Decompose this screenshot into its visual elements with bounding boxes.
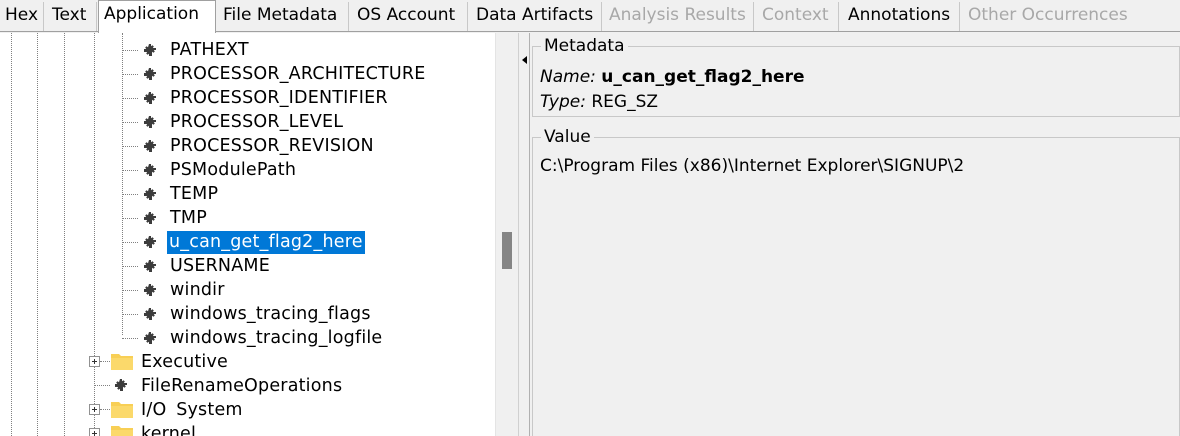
- registry-value-icon: [144, 332, 156, 344]
- expand-toggle[interactable]: [89, 404, 100, 415]
- type-label: Type:: [540, 92, 586, 112]
- tree-connector: [100, 409, 110, 410]
- registry-value-icon: [144, 308, 156, 320]
- registry-value-icon: [144, 44, 156, 56]
- tree-connector: [122, 74, 138, 75]
- tab-text[interactable]: Text: [47, 2, 97, 32]
- registry-value-icon: [144, 236, 156, 248]
- tab-annotations[interactable]: Annotations: [843, 2, 960, 32]
- tree-item-filerenameoperations[interactable]: FileRenameOperations: [139, 375, 344, 398]
- registry-value-icon: [115, 379, 127, 391]
- tab-bar: Hex Text Application File Metadata OS Ac…: [0, 0, 1180, 33]
- tree-connector: [122, 218, 138, 219]
- registry-tree[interactable]: PATHEXT PROCESSOR_ARCHITECTURE PROCESSOR…: [0, 33, 518, 436]
- scrollbar-thumb[interactable]: [502, 232, 512, 269]
- tree-item-windows-tracing-flags[interactable]: windows_tracing_flags: [168, 303, 373, 326]
- tree-connector: [100, 361, 110, 362]
- tab-application[interactable]: Application: [98, 0, 216, 33]
- registry-value-icon: [144, 140, 156, 152]
- tab-other-occurrences: Other Occurrences: [968, 5, 1128, 25]
- registry-value-icon: [144, 68, 156, 80]
- tree-item-username[interactable]: USERNAME: [168, 255, 272, 278]
- tree-guide-line: [64, 33, 65, 436]
- folder-icon: [111, 426, 133, 436]
- tree-connector: [122, 242, 138, 243]
- folder-icon: [111, 402, 133, 418]
- metadata-type-row: Type: REG_SZ: [540, 91, 658, 113]
- folder-icon: [111, 354, 133, 370]
- tree-item-pathext[interactable]: PATHEXT: [168, 39, 251, 62]
- tree-item-processor-revision[interactable]: PROCESSOR_REVISION: [168, 135, 376, 158]
- registry-value-icon: [144, 164, 156, 176]
- registry-value-icon: [144, 116, 156, 128]
- metadata-title: Metadata: [541, 36, 628, 56]
- value-title: Value: [541, 127, 594, 147]
- tree-connector: [122, 50, 138, 51]
- tree-item-processor-identifier[interactable]: PROCESSOR_IDENTIFIER: [168, 87, 390, 110]
- tree-connector: [122, 98, 138, 99]
- tree-connector: [122, 122, 138, 123]
- type-value: REG_SZ: [591, 92, 659, 112]
- tree-connector: [122, 266, 138, 267]
- tree-item-windows-tracing-logfile[interactable]: windows_tracing_logfile: [168, 327, 384, 350]
- tab-os-account[interactable]: OS Account: [352, 2, 468, 32]
- tab-data-artifacts[interactable]: Data Artifacts: [471, 2, 602, 32]
- registry-value-icon: [144, 212, 156, 224]
- tree-connector: [122, 314, 138, 315]
- tree-item-tmp[interactable]: TMP: [168, 207, 209, 230]
- expand-toggle[interactable]: [89, 428, 100, 436]
- tree-item-selected[interactable]: u_can_get_flag2_here: [167, 231, 365, 254]
- collapse-arrow-icon[interactable]: [522, 56, 527, 64]
- tree-connector: [122, 146, 138, 147]
- tree-connector: [122, 194, 138, 195]
- metadata-name-row: Name: u_can_get_flag2_here: [540, 66, 805, 88]
- tree-guide-line: [11, 33, 12, 436]
- tab-hex[interactable]: Hex: [0, 2, 44, 32]
- registry-value-icon: [144, 284, 156, 296]
- tree-item-windir[interactable]: windir: [168, 279, 227, 302]
- metadata-panel: Metadata Name: u_can_get_flag2_here Type…: [532, 36, 1180, 117]
- tree-connector: [122, 290, 138, 291]
- tree-connector: [122, 170, 138, 171]
- tree-item-processor-architecture[interactable]: PROCESSOR_ARCHITECTURE: [168, 63, 428, 86]
- tree-item-processor-level[interactable]: PROCESSOR_LEVEL: [168, 111, 345, 134]
- value-text[interactable]: C:\Program Files (x86)\Internet Explorer…: [540, 155, 964, 177]
- pane-splitter[interactable]: [518, 33, 530, 436]
- tree-item-executive[interactable]: Executive: [139, 351, 230, 374]
- registry-value-icon: [144, 260, 156, 272]
- name-value: u_can_get_flag2_here: [601, 67, 805, 87]
- tree-connector: [94, 385, 110, 386]
- value-panel: Value C:\Program Files (x86)\Internet Ex…: [532, 127, 1180, 436]
- tab-file-metadata[interactable]: File Metadata: [218, 2, 349, 32]
- tab-context: Context: [757, 2, 839, 32]
- tree-connector: [122, 338, 138, 339]
- registry-value-icon: [144, 188, 156, 200]
- tab-analysis-results: Analysis Results: [604, 2, 754, 32]
- expand-toggle[interactable]: [89, 356, 100, 367]
- tree-item-io-system[interactable]: I/O System: [139, 399, 245, 422]
- tree-item-psmodulepath[interactable]: PSModulePath: [168, 159, 298, 182]
- tree-guide-line: [94, 33, 95, 436]
- name-label: Name:: [540, 67, 596, 87]
- tree-guide-line: [37, 33, 38, 436]
- tree-item-temp[interactable]: TEMP: [168, 183, 220, 206]
- tree-scrollbar[interactable]: [495, 33, 518, 436]
- registry-value-icon: [144, 92, 156, 104]
- tree-item-kernel[interactable]: kernel: [139, 423, 198, 436]
